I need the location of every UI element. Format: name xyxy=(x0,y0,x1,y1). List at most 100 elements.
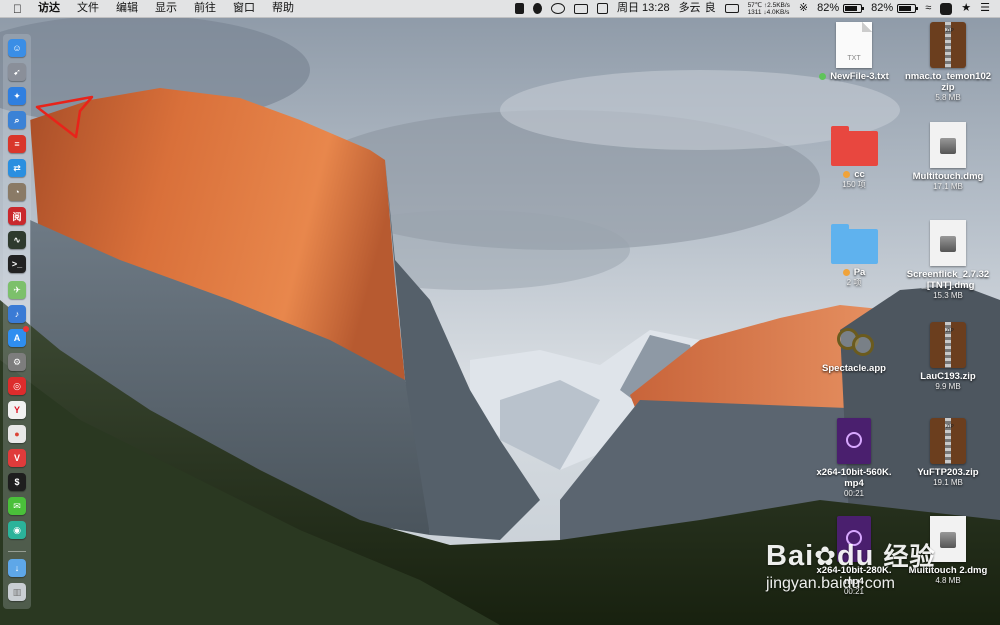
desktop-item-info: 00:21 xyxy=(843,489,865,498)
menu-bar:  访达 文件 编辑 显示 前往 窗口 帮助 周日 13:28 多云 良 57℃… xyxy=(0,0,1000,18)
netease-music-icon[interactable]: ◎ xyxy=(8,377,26,395)
menu-finder[interactable]: 访达 xyxy=(38,0,60,17)
microphone-app-icon[interactable]: ♪ xyxy=(8,305,26,323)
launchpad-icon[interactable]: ➹ xyxy=(8,63,26,81)
preview-search-icon[interactable]: ⌕ xyxy=(8,111,26,129)
folder-icon xyxy=(830,224,878,264)
menu-file[interactable]: 文件 xyxy=(77,0,99,17)
desktop-item-nmac-to-temon102[interactable]: nmac.to_temon102zip5.8 MB xyxy=(900,22,996,103)
fan-text: 1311 xyxy=(747,8,762,16)
folder-icon xyxy=(830,126,878,166)
display-icon[interactable] xyxy=(574,3,589,14)
app-green-icon[interactable]: ◉ xyxy=(8,521,26,539)
desktop-item-name: x264-10bit-560K. xyxy=(816,467,892,478)
app-red-icon[interactable]: ≡ xyxy=(8,135,26,153)
desktop-item-label: LauC193.zip xyxy=(900,371,996,382)
desktop-item-newfile-3-txt[interactable]: TXT NewFile-3.txt xyxy=(806,22,902,82)
skype-icon[interactable] xyxy=(940,2,953,15)
annotation-arrow-icon xyxy=(35,95,94,139)
apple-icon[interactable]:  xyxy=(13,2,22,16)
menu-bar-left:  访达 文件 编辑 显示 前往 窗口 帮助 xyxy=(13,0,311,17)
desktop-item-name: Pa xyxy=(853,267,866,278)
vivaldi-icon[interactable]: V xyxy=(8,449,26,467)
desktop-item-label: Multitouch.dmg xyxy=(900,171,996,182)
zip-archive-icon xyxy=(930,22,966,68)
desktop-item-cc[interactable]: cc 150 项 xyxy=(806,122,902,190)
chrome-icon[interactable]: ● xyxy=(8,425,26,443)
app-store-icon[interactable]: A xyxy=(8,326,29,347)
menu-bar-status: 周日 13:28 多云 良 57℃ ↑2.5KB/s 1311 ↓4.0KB/s… xyxy=(506,0,990,17)
air-quality-text[interactable]: 良 xyxy=(705,0,716,17)
desktop-item-label: Screenflick_2.7.32 xyxy=(900,269,996,280)
desktop-item-label: x264-10bit-560K. xyxy=(806,467,902,478)
clock-text[interactable]: 13:28 xyxy=(642,0,670,17)
desktop-item-lauc193-zip[interactable]: LauC193.zip9.9 MB xyxy=(900,322,996,392)
menu-help[interactable]: 帮助 xyxy=(272,0,294,17)
star-icon[interactable]: ★ xyxy=(961,0,971,17)
menu-go[interactable]: 前往 xyxy=(194,0,216,17)
notification-center-icon[interactable]: ☰ xyxy=(980,0,990,17)
battery-icon-a[interactable] xyxy=(843,4,865,13)
desktop-item-label: YuFTP203.zip xyxy=(900,467,996,478)
netspeed-monitor[interactable]: 57℃ ↑2.5KB/s 1311 ↓4.0KB/s xyxy=(748,2,790,16)
downloads-folder-icon[interactable]: ↓ xyxy=(8,559,26,577)
baidu-watermark: Bai✿du 经验 jingyan.baidu.com xyxy=(766,537,935,593)
desktop-item-x264-10bit-560k[interactable]: x264-10bit-560K. mp4 00:21 xyxy=(806,418,902,499)
temp-text: 57℃ xyxy=(747,1,763,9)
dock-divider xyxy=(8,551,26,552)
zip-archive-icon xyxy=(930,418,966,464)
notification-badge xyxy=(23,326,29,332)
desktop-item-multitouch-dmg[interactable]: Multitouch.dmg 17.1 MB xyxy=(900,122,996,192)
desktop-item-yuftp203-zip[interactable]: YuFTP203.zip19.1 MB xyxy=(900,418,996,488)
battery-percent-a[interactable]: 82% xyxy=(817,0,839,17)
desktop-item-name-line2: zip xyxy=(941,82,955,93)
teamviewer-icon[interactable]: ⇄ xyxy=(8,159,26,177)
text-file-icon: TXT xyxy=(836,22,872,68)
iterm-icon[interactable]: $ xyxy=(8,473,26,491)
desktop-item-name: Multitouch.dmg xyxy=(912,171,984,182)
bartender-icon[interactable] xyxy=(515,3,525,14)
watermark-brand-cn: 经验 xyxy=(883,543,936,571)
activity-monitor-icon[interactable]: ∿ xyxy=(8,231,26,249)
yandex-browser-icon[interactable]: Y xyxy=(8,401,26,419)
menu-view[interactable]: 显示 xyxy=(155,0,177,17)
desktop-item-screenflick-2-7-32[interactable]: Screenflick_2.7.32 _[TNT].dmg 15.3 MB xyxy=(900,220,996,301)
system-preferences-icon[interactable]: ⚙ xyxy=(8,353,26,371)
battery-percent-b[interactable]: 82% xyxy=(871,0,893,17)
disk-image-icon xyxy=(930,122,966,168)
grid-icon[interactable] xyxy=(597,3,609,14)
desktop-item-label: cc xyxy=(806,169,902,180)
finder-icon[interactable]: ☺ xyxy=(8,39,26,57)
watermark-url: jingyan.baidu.com xyxy=(766,575,895,592)
desktop-item-info: 15.3 MB xyxy=(933,291,963,300)
trash-icon[interactable]: ▥ xyxy=(8,583,26,601)
app-chinese-red-icon[interactable]: 阅 xyxy=(8,207,26,225)
upload-speed-text: ↑2.5KB/s xyxy=(763,1,790,9)
wechat-status-icon[interactable] xyxy=(551,3,566,14)
menu-edit[interactable]: 编辑 xyxy=(116,0,138,17)
safari-icon[interactable]: ✦ xyxy=(8,87,26,105)
bluetooth-icon[interactable]: ※ xyxy=(799,0,808,17)
cpu-icon[interactable] xyxy=(724,4,739,13)
wechat-icon[interactable]: ✉ xyxy=(8,497,26,515)
terminal-icon[interactable]: >_ xyxy=(8,255,26,273)
desktop-item-pa[interactable]: Pa 2 项 xyxy=(806,220,902,288)
desktop-item-info: 17.1 MB xyxy=(933,182,963,191)
battery-icon-b[interactable] xyxy=(897,4,919,13)
weekday-text[interactable]: 周日 xyxy=(617,0,639,17)
disk-image-icon xyxy=(930,220,966,266)
weather-text[interactable]: 多云 xyxy=(679,0,701,17)
video-file-icon xyxy=(837,418,871,464)
desktop-item-info: 9.9 MB xyxy=(935,382,961,391)
maps-icon[interactable]: ✈ xyxy=(8,281,26,299)
desktop-item-spectacle-app[interactable]: Spectacle.app xyxy=(806,322,902,374)
wifi-icon[interactable]: ≈ xyxy=(925,0,931,17)
color-tag-icon xyxy=(842,268,850,276)
pinpoint-icon[interactable] xyxy=(533,3,543,14)
menu-window[interactable]: 窗口 xyxy=(233,0,255,17)
dashboard-icon[interactable]: ◔ xyxy=(8,183,26,201)
desktop-item-name: NewFile-3.txt xyxy=(830,71,889,82)
watermark-brand-2: du xyxy=(836,540,875,572)
desktop-item-info: 2 项 xyxy=(846,278,862,287)
watermark-brand: Bai xyxy=(766,540,815,572)
